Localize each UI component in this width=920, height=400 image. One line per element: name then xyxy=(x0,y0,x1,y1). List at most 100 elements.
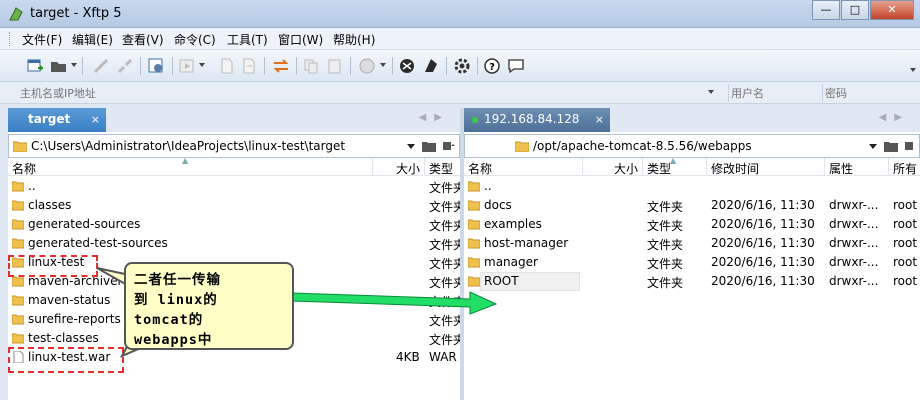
table-row[interactable]: docs 文件夹 2020/6/16, 11:30 drwxr-... root xyxy=(464,196,920,215)
col-modified[interactable]: 修改时间 xyxy=(711,160,759,177)
new-session-icon[interactable] xyxy=(26,57,44,75)
folder-open-icon[interactable] xyxy=(883,138,899,154)
xftp-icon[interactable] xyxy=(422,57,440,75)
remote-path-bar[interactable]: /opt/apache-tomcat-8.5.56/webapps xyxy=(464,134,920,158)
cell-modified: 2020/6/16, 11:30 xyxy=(711,198,815,212)
col-type[interactable]: 类型 xyxy=(647,160,671,177)
cell-name: examples xyxy=(484,217,542,231)
folder-icon xyxy=(467,237,481,252)
cell-name: docs xyxy=(484,198,512,212)
host-input[interactable] xyxy=(20,84,720,102)
cell-owner: root xyxy=(893,255,918,269)
play-icon[interactable] xyxy=(178,57,196,75)
cell-modified: 2020/6/16, 11:30 xyxy=(711,274,815,288)
menu-bar: 文件(F) 编辑(E) 查看(V) 命令(C) 工具(T) 窗口(W) 帮助(H… xyxy=(0,28,920,50)
tab-close-icon[interactable]: × xyxy=(595,113,604,126)
cell-name: surefire-reports xyxy=(28,312,121,326)
refresh-icon[interactable] xyxy=(903,138,919,154)
folder-open-icon[interactable] xyxy=(421,138,437,154)
folder-icon xyxy=(11,199,25,214)
help-icon[interactable]: ? xyxy=(483,57,501,75)
address-bar xyxy=(0,82,920,104)
highlight-box-linux-test xyxy=(8,255,98,277)
globe-icon[interactable] xyxy=(358,57,376,75)
username-input[interactable] xyxy=(728,84,816,102)
minimize-button[interactable]: — xyxy=(812,0,840,20)
cell-type: 文件夹 xyxy=(647,257,684,271)
cell-name: maven-status xyxy=(28,293,111,307)
col-owner[interactable]: 所有 xyxy=(893,160,917,177)
toolbar-overflow[interactable] xyxy=(910,68,916,72)
menu-command[interactable]: 命令(C) xyxy=(174,31,216,48)
table-row[interactable]: classes 文件夹 xyxy=(8,196,465,215)
transfer-icon[interactable] xyxy=(272,57,290,75)
col-attributes[interactable]: 属性 xyxy=(829,160,853,177)
cell-name: .. xyxy=(484,179,492,193)
open-folder-icon[interactable] xyxy=(50,57,68,75)
table-row[interactable]: generated-sources 文件夹 xyxy=(8,215,465,234)
callout-line-2: 到 linux的 xyxy=(134,292,218,308)
remote-path[interactable]: /opt/apache-tomcat-8.5.56/webapps xyxy=(533,139,752,153)
local-column-header: 名称 ▲ 大小 类型 xyxy=(8,156,460,177)
col-name[interactable]: 名称 xyxy=(12,160,36,177)
folder-icon xyxy=(11,294,25,309)
disconnect-icon[interactable] xyxy=(116,57,134,75)
table-row[interactable]: examples 文件夹 2020/6/16, 11:30 drwxr-... root xyxy=(464,215,920,234)
col-size[interactable]: 大小 xyxy=(614,160,638,177)
table-row[interactable]: generated-test-sources 文件夹 xyxy=(8,234,465,253)
tab-scroll-arrows[interactable]: ◀▶ xyxy=(879,112,910,123)
path-dropdown[interactable] xyxy=(407,144,415,149)
col-size[interactable]: 大小 xyxy=(396,160,420,177)
paste-icon[interactable] xyxy=(326,57,344,75)
file-copy-icon[interactable] xyxy=(240,57,258,75)
col-type[interactable]: 类型 xyxy=(429,160,453,177)
tab-local-target[interactable]: target × xyxy=(8,108,106,132)
cell-owner: root xyxy=(893,217,918,231)
connect-icon[interactable] xyxy=(92,57,110,75)
gear-icon[interactable] xyxy=(453,57,471,75)
tab-label: target xyxy=(28,112,71,126)
folder-icon xyxy=(13,141,27,152)
maximize-button[interactable]: □ xyxy=(841,0,869,20)
table-row[interactable]: ROOT 文件夹 2020/6/16, 11:30 drwxr-... root xyxy=(464,272,920,291)
folder-icon xyxy=(11,275,25,290)
col-name[interactable]: 名称 xyxy=(468,160,492,177)
table-row[interactable]: manager 文件夹 2020/6/16, 11:30 drwxr-... root xyxy=(464,253,920,272)
window-controls: — □ ✕ xyxy=(811,0,914,20)
cell-modified: 2020/6/16, 11:30 xyxy=(711,236,815,250)
cell-attributes: drwxr-... xyxy=(829,217,879,231)
folder-icon xyxy=(11,218,25,233)
refresh-icon[interactable] xyxy=(441,138,457,154)
table-row[interactable]: .. xyxy=(464,177,920,196)
tab-remote-session[interactable]: 192.168.84.128 × xyxy=(464,108,610,132)
menu-help[interactable]: 帮助(H) xyxy=(333,31,375,48)
tab-close-icon[interactable]: × xyxy=(91,113,100,126)
menu-edit[interactable]: 编辑(E) xyxy=(72,31,113,48)
menu-tools[interactable]: 工具(T) xyxy=(227,31,268,48)
host-dropdown[interactable] xyxy=(708,90,714,94)
properties-icon[interactable] xyxy=(147,57,165,75)
close-button[interactable]: ✕ xyxy=(870,0,914,20)
table-row[interactable]: host-manager 文件夹 2020/6/16, 11:30 drwxr-...… xyxy=(464,234,920,253)
sort-ascending-icon: ▲ xyxy=(182,156,189,165)
open-dropdown[interactable] xyxy=(71,63,77,67)
title-bar: target - Xftp 5 — □ ✕ xyxy=(0,0,920,28)
copy-icon[interactable] xyxy=(302,57,320,75)
file-icon[interactable] xyxy=(218,57,236,75)
local-path[interactable]: C:\Users\Administrator\IdeaProjects\linu… xyxy=(31,139,345,153)
password-input[interactable] xyxy=(822,84,918,102)
chat-icon[interactable] xyxy=(507,57,525,75)
menu-file[interactable]: 文件(F) xyxy=(22,31,62,48)
local-path-bar[interactable]: C:\Users\Administrator\IdeaProjects\linu… xyxy=(8,134,460,158)
tab-scroll-arrows[interactable]: ◀▶ xyxy=(419,112,450,123)
menu-view[interactable]: 查看(V) xyxy=(122,31,164,48)
xshell-icon[interactable] xyxy=(398,57,416,75)
remote-pane: 192.168.84.128 × ◀▶ /opt/apache-tomcat-8… xyxy=(464,108,920,400)
path-dropdown[interactable] xyxy=(869,144,877,149)
svg-text:?: ? xyxy=(489,62,495,73)
menu-window[interactable]: 窗口(W) xyxy=(278,31,323,48)
cell-type: 文件夹 xyxy=(647,238,684,252)
cell-type: 文件夹 xyxy=(647,276,684,290)
folder-icon xyxy=(11,313,25,328)
table-row[interactable]: .. 文件夹 xyxy=(8,177,465,196)
